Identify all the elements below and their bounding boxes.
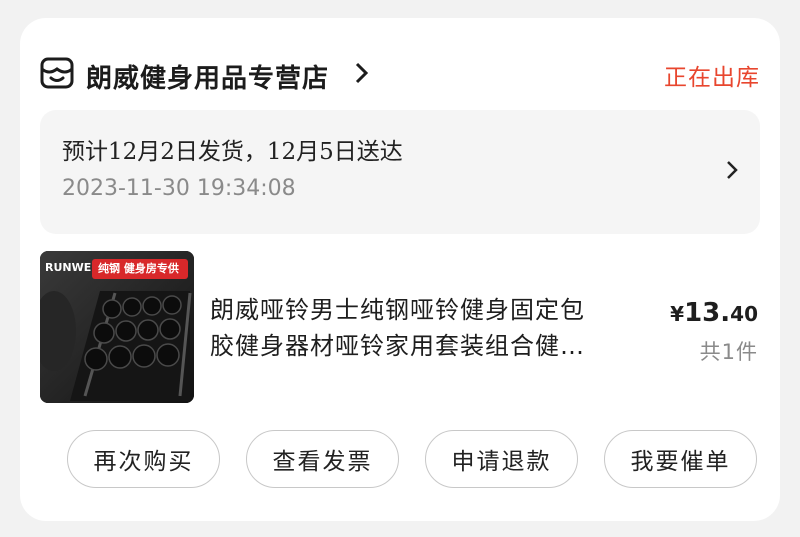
delivery-info[interactable]: 预计12月2日发货，12月5日送达 2023-11-30 19:34:08: [40, 110, 760, 234]
price-symbol: ¥: [670, 302, 685, 326]
thumbnail-banner: 纯钢 健身房专供: [98, 262, 179, 275]
delivery-estimate: 预计12月2日发货，12月5日送达: [62, 139, 403, 165]
view-invoice-button[interactable]: 查看发票: [246, 430, 399, 488]
order-card: 朗威健身用品专营店 正在出库 预计12月2日发货，12月5日送达 2023-11…: [20, 18, 780, 521]
urge-shipping-button[interactable]: 我要催单: [604, 430, 757, 488]
buy-again-button[interactable]: 再次购买: [67, 430, 220, 488]
price-integer: 13.: [684, 298, 731, 328]
product-title-line1: 朗威哑铃男士纯钢哑铃健身固定包: [210, 296, 585, 324]
chevron-right-icon: [727, 161, 738, 179]
product-thumbnail[interactable]: RUNWE 纯钢 健身房专供: [40, 251, 194, 403]
request-refund-button[interactable]: 申请退款: [425, 430, 578, 488]
order-status: 正在出库: [664, 65, 760, 91]
shop-icon: [40, 57, 74, 89]
thumbnail-brand: RUNWE: [45, 261, 92, 274]
product-quantity: 共1件: [699, 340, 758, 364]
product-title[interactable]: 朗威哑铃男士纯钢哑铃健身固定包 胶健身器材哑铃家用套装组合健…: [210, 292, 660, 364]
order-header: 朗威健身用品专营店 正在出库: [40, 56, 760, 96]
price-decimal: 40: [730, 302, 758, 326]
delivery-timestamp: 2023-11-30 19:34:08: [62, 176, 296, 201]
product-title-line2: 胶健身器材哑铃家用套装组合健…: [210, 332, 585, 360]
product-price: ¥13.40: [670, 298, 758, 328]
chevron-right-icon[interactable]: [352, 60, 372, 86]
shop-name[interactable]: 朗威健身用品专营店: [86, 58, 329, 95]
